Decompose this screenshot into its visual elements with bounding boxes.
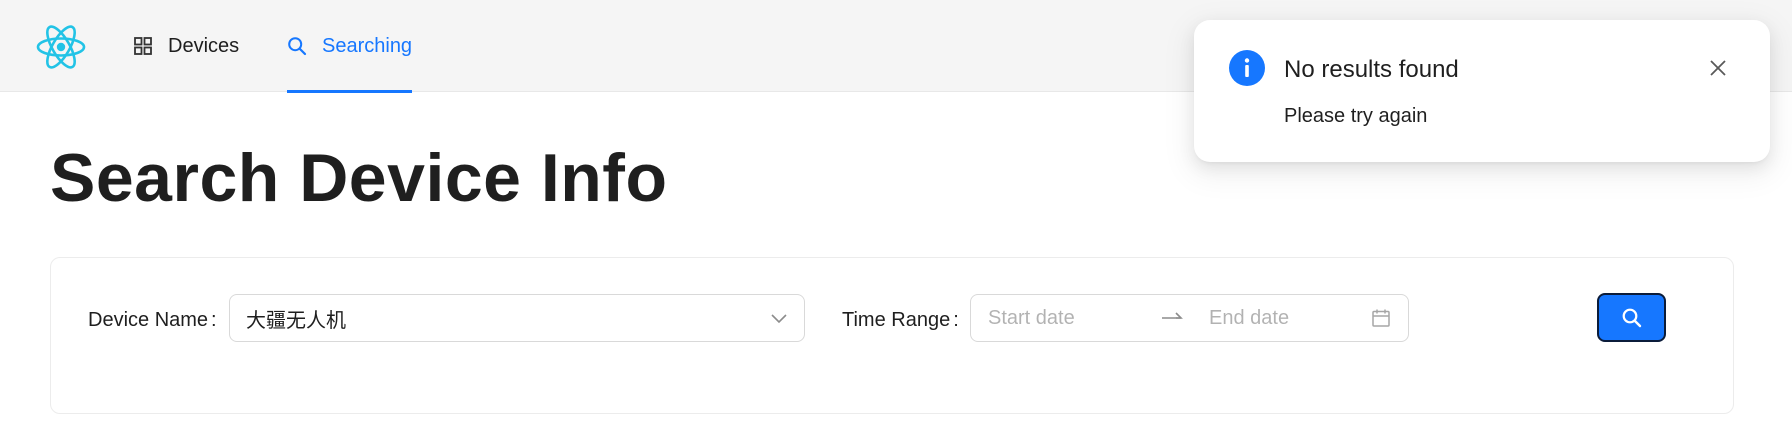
search-button[interactable] [1597, 293, 1666, 342]
calendar-icon[interactable] [1371, 308, 1391, 328]
nav-item-searching[interactable]: Searching [287, 0, 413, 93]
time-range-label: Time Range: [842, 308, 959, 331]
appstore-grid-icon [133, 36, 153, 56]
arrow-right-icon [1160, 308, 1184, 328]
page-title: Search Device Info [50, 140, 668, 216]
device-name-selected-value: 大疆无人机 [246, 307, 346, 332]
close-icon[interactable] [1708, 58, 1728, 78]
info-circle-icon [1229, 50, 1265, 86]
notification-toast: No results found Please try again [1194, 20, 1770, 162]
end-date-input[interactable] [1209, 306, 1369, 330]
notification-description: Please try again [1284, 105, 1428, 127]
device-name-select[interactable]: 大疆无人机 [229, 294, 805, 342]
react-atom-icon[interactable] [36, 24, 86, 70]
search-icon [287, 36, 307, 56]
nav-item-devices-label: Devices [168, 34, 240, 57]
notification-title: No results found [1284, 56, 1459, 83]
device-name-label: Device Name: [88, 308, 217, 331]
search-icon [1622, 308, 1641, 327]
search-form-card: Device Name: 大疆无人机 Time Range: [50, 257, 1734, 414]
nav-item-devices[interactable]: Devices [133, 0, 239, 92]
time-range-picker[interactable] [970, 294, 1409, 342]
chevron-down-icon [770, 309, 788, 327]
start-date-input[interactable] [988, 306, 1148, 330]
nav-item-searching-label: Searching [322, 34, 413, 57]
